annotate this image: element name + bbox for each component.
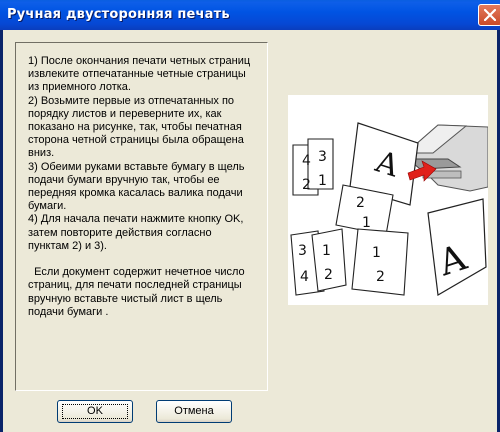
svg-text:2: 2 [302,177,311,193]
cancel-button[interactable]: Отмена [156,400,232,423]
svg-text:2: 2 [356,195,365,211]
sheet-a-bottom: A [427,198,487,296]
svg-text:4: 4 [302,153,311,169]
svg-text:2: 2 [376,269,385,285]
svg-text:1: 1 [318,173,327,189]
instructions-text: 1) После окончания печати четных страниц… [28,55,251,318]
sheet-stack-3: 3 4 1 2 [290,228,347,296]
svg-text:1: 1 [322,243,331,259]
ok-button[interactable]: OK [57,400,133,423]
close-button[interactable] [478,4,500,26]
close-icon [484,9,496,21]
cancel-button-label: Отмена [174,405,214,417]
svg-text:1: 1 [372,245,381,261]
svg-text:4: 4 [300,269,309,285]
sheet-stack-1: 4 2 3 1 [292,138,334,196]
svg-text:1: 1 [362,215,371,231]
ok-button-label: OK [87,405,103,417]
duplex-illustration: A 4 2 3 1 2 1 3 4 1 2 1 2 A [288,95,489,305]
sheet-stack-4: 1 2 [351,228,409,296]
svg-text:2: 2 [324,267,333,283]
svg-text:3: 3 [298,243,307,259]
svg-text:3: 3 [318,149,327,165]
window-title: Ручная двусторонняя печать [7,7,230,22]
printer-icon [404,124,489,192]
instructions-panel: 1) После окончания печати четных страниц… [15,42,268,391]
dialog-body: 1) После окончания печати четных страниц… [3,30,497,432]
dialog-window: Ручная двусторонняя печать 1) После окон… [0,0,500,432]
title-bar[interactable]: Ручная двусторонняя печать [0,0,500,30]
printer-paper-illustration: A 4 2 3 1 2 1 3 4 1 2 1 2 A [290,122,489,296]
